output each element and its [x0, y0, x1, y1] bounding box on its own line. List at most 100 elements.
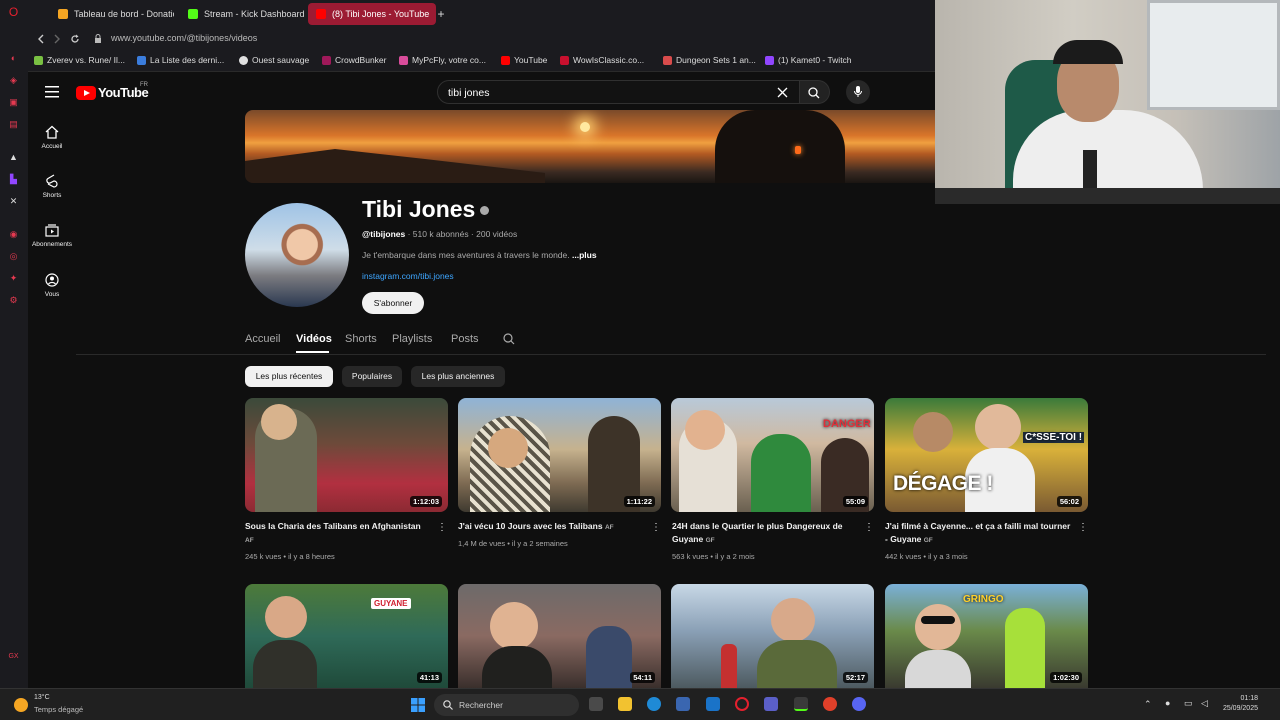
- url-field[interactable]: www.youtube.com/@tibijones/videos: [111, 33, 257, 43]
- bookmark-item[interactable]: MyPcFly, votre co...: [399, 55, 486, 65]
- sidebar-app-icon[interactable]: ◐: [7, 52, 20, 65]
- chevron-up-icon[interactable]: ⌃: [1144, 699, 1152, 710]
- subscribe-button[interactable]: S'abonner: [362, 292, 424, 314]
- more-options-icon[interactable]: ⋮: [1078, 522, 1088, 534]
- search-button[interactable]: [800, 80, 830, 104]
- task-view-icon[interactable]: [589, 697, 603, 711]
- tab-shorts[interactable]: Shorts: [345, 333, 377, 345]
- video-thumbnail[interactable]: 54:11: [458, 584, 661, 688]
- video-thumbnail[interactable]: C*SSE-TOI ! DÉGAGE ! 56:02: [885, 398, 1088, 512]
- chip-popular[interactable]: Populaires: [342, 366, 402, 387]
- sidebar-app-icon[interactable]: ▲: [7, 151, 20, 164]
- active-tab-indicator: [296, 351, 329, 353]
- new-tab-button[interactable]: +: [433, 3, 449, 25]
- video-thumbnail[interactable]: DANGER 55:09: [671, 398, 874, 512]
- video-thumbnail[interactable]: 52:17: [671, 584, 874, 688]
- discord-icon[interactable]: [852, 697, 866, 711]
- clear-search-icon[interactable]: [777, 87, 788, 98]
- tab-posts[interactable]: Posts: [451, 333, 479, 345]
- chip-latest[interactable]: Les plus récentes: [245, 366, 333, 387]
- channel-description[interactable]: Je t'embarque dans mes aventures à trave…: [362, 250, 597, 260]
- app-icon[interactable]: [823, 697, 837, 711]
- channel-link[interactable]: instagram.com/tibi.jones: [362, 271, 454, 281]
- sidebar-app-icon[interactable]: ◉: [7, 228, 20, 241]
- bookmark-item[interactable]: Ouest sauvage: [239, 55, 309, 65]
- face-shape: [685, 410, 725, 450]
- menu-icon[interactable]: [45, 86, 59, 98]
- twitch-icon[interactable]: ▙: [7, 173, 20, 186]
- bookmark-item[interactable]: CrowdBunker: [322, 55, 387, 65]
- tab-menu-icon[interactable]: [28, 3, 38, 25]
- forward-icon[interactable]: [52, 34, 62, 44]
- sidebar-item-home[interactable]: Accueil: [28, 125, 76, 150]
- channel-avatar[interactable]: [245, 203, 349, 307]
- bookmark-favicon-icon: [765, 56, 774, 65]
- more-options-icon[interactable]: ⋮: [437, 522, 447, 534]
- teams-icon[interactable]: [764, 697, 778, 711]
- channel-banner: [245, 110, 935, 183]
- kick-icon[interactable]: [794, 697, 808, 711]
- more-options-icon[interactable]: ⋮: [651, 522, 661, 534]
- bookmark-item[interactable]: Zverev vs. Rune/ Il...: [34, 55, 125, 65]
- shorts-icon: [46, 174, 58, 188]
- video-title[interactable]: J'ai vécu 10 Jours avec les Talibans AF: [458, 520, 644, 534]
- video-title[interactable]: J'ai filmé à Cayenne... et ça a failli m…: [885, 520, 1071, 547]
- channel-search-icon[interactable]: [503, 333, 515, 345]
- browser-tab[interactable]: Stream - Kick Dashboard: [180, 3, 304, 25]
- weather-description[interactable]: Temps dégagé: [34, 705, 83, 714]
- sidebar-item-subscriptions[interactable]: Abonnements: [28, 223, 76, 248]
- clock-date[interactable]: 25/09/2025: [1223, 705, 1258, 712]
- taskbar-search[interactable]: Rechercher: [434, 694, 579, 716]
- sidebar-item-you[interactable]: Vous: [28, 273, 76, 298]
- browser-tab[interactable]: Tableau de bord - Donatio: [50, 3, 174, 25]
- clock-time[interactable]: 01:18: [1240, 695, 1258, 702]
- tab-videos[interactable]: Vidéos: [296, 333, 332, 345]
- more-options-icon[interactable]: ⋮: [864, 522, 874, 534]
- tab-home[interactable]: Accueil: [245, 333, 280, 345]
- video-title[interactable]: Sous la Charia des Talibans en Afghanist…: [245, 520, 431, 547]
- tab-playlists[interactable]: Playlists: [392, 333, 432, 345]
- x-icon[interactable]: ✕: [7, 195, 20, 208]
- voice-search-button[interactable]: [846, 80, 870, 104]
- outlook-icon[interactable]: [706, 697, 720, 711]
- volume-icon[interactable]: ◁: [1201, 698, 1208, 709]
- chip-oldest[interactable]: Les plus anciennes: [411, 366, 505, 387]
- network-icon[interactable]: ▭: [1184, 698, 1193, 709]
- back-icon[interactable]: [36, 34, 46, 44]
- bookmark-item[interactable]: Dungeon Sets 1 an...: [663, 55, 756, 65]
- file-explorer-icon[interactable]: [618, 697, 632, 711]
- bookmark-item[interactable]: La Liste des derni...: [137, 55, 224, 65]
- weather-temperature[interactable]: 13°C: [34, 694, 50, 701]
- video-thumbnail[interactable]: 1:11:22: [458, 398, 661, 512]
- video-title[interactable]: 24H dans le Quartier le plus Dangereux d…: [672, 520, 858, 547]
- search-input[interactable]: tibi jones: [437, 80, 800, 104]
- description-more-link[interactable]: ...plus: [572, 250, 597, 260]
- reload-icon[interactable]: [70, 34, 80, 44]
- gx-icon[interactable]: GX: [7, 650, 20, 663]
- opera-icon[interactable]: [735, 697, 749, 711]
- sidebar-item-shorts[interactable]: Shorts: [28, 174, 76, 199]
- sidebar-app-icon[interactable]: ⚙: [7, 294, 20, 307]
- person-shape: [751, 434, 811, 512]
- browser-tab-active[interactable]: (8) Tibi Jones - YouTube: [308, 3, 436, 25]
- video-thumbnail[interactable]: GUYANE 41:13: [245, 584, 448, 688]
- bookmark-item[interactable]: WowIsClassic.co...: [560, 55, 644, 65]
- desk-shape: [935, 188, 1280, 204]
- lock-icon[interactable]: [94, 34, 102, 44]
- bookmark-item[interactable]: YouTube: [501, 55, 547, 65]
- microphone-icon[interactable]: ●: [1165, 698, 1170, 708]
- bookmark-item[interactable]: (1) Kamet0 - Twitch: [765, 55, 852, 65]
- video-thumbnail[interactable]: 1:12:03: [245, 398, 448, 512]
- sidebar-app-icon[interactable]: ▤: [7, 118, 20, 131]
- weather-sun-icon[interactable]: [14, 698, 28, 712]
- person-shape: [482, 646, 552, 688]
- video-thumbnail[interactable]: GRINGO 1:02:30: [885, 584, 1088, 688]
- opera-logo-icon[interactable]: O: [7, 6, 20, 19]
- sidebar-app-icon[interactable]: ✦: [7, 272, 20, 285]
- windows-start-icon[interactable]: [411, 698, 425, 712]
- sidebar-app-icon[interactable]: ◎: [7, 250, 20, 263]
- sidebar-app-icon[interactable]: ◈: [7, 74, 20, 87]
- edge-icon[interactable]: [647, 697, 661, 711]
- sidebar-app-icon[interactable]: ▣: [7, 96, 20, 109]
- store-icon[interactable]: [676, 697, 690, 711]
